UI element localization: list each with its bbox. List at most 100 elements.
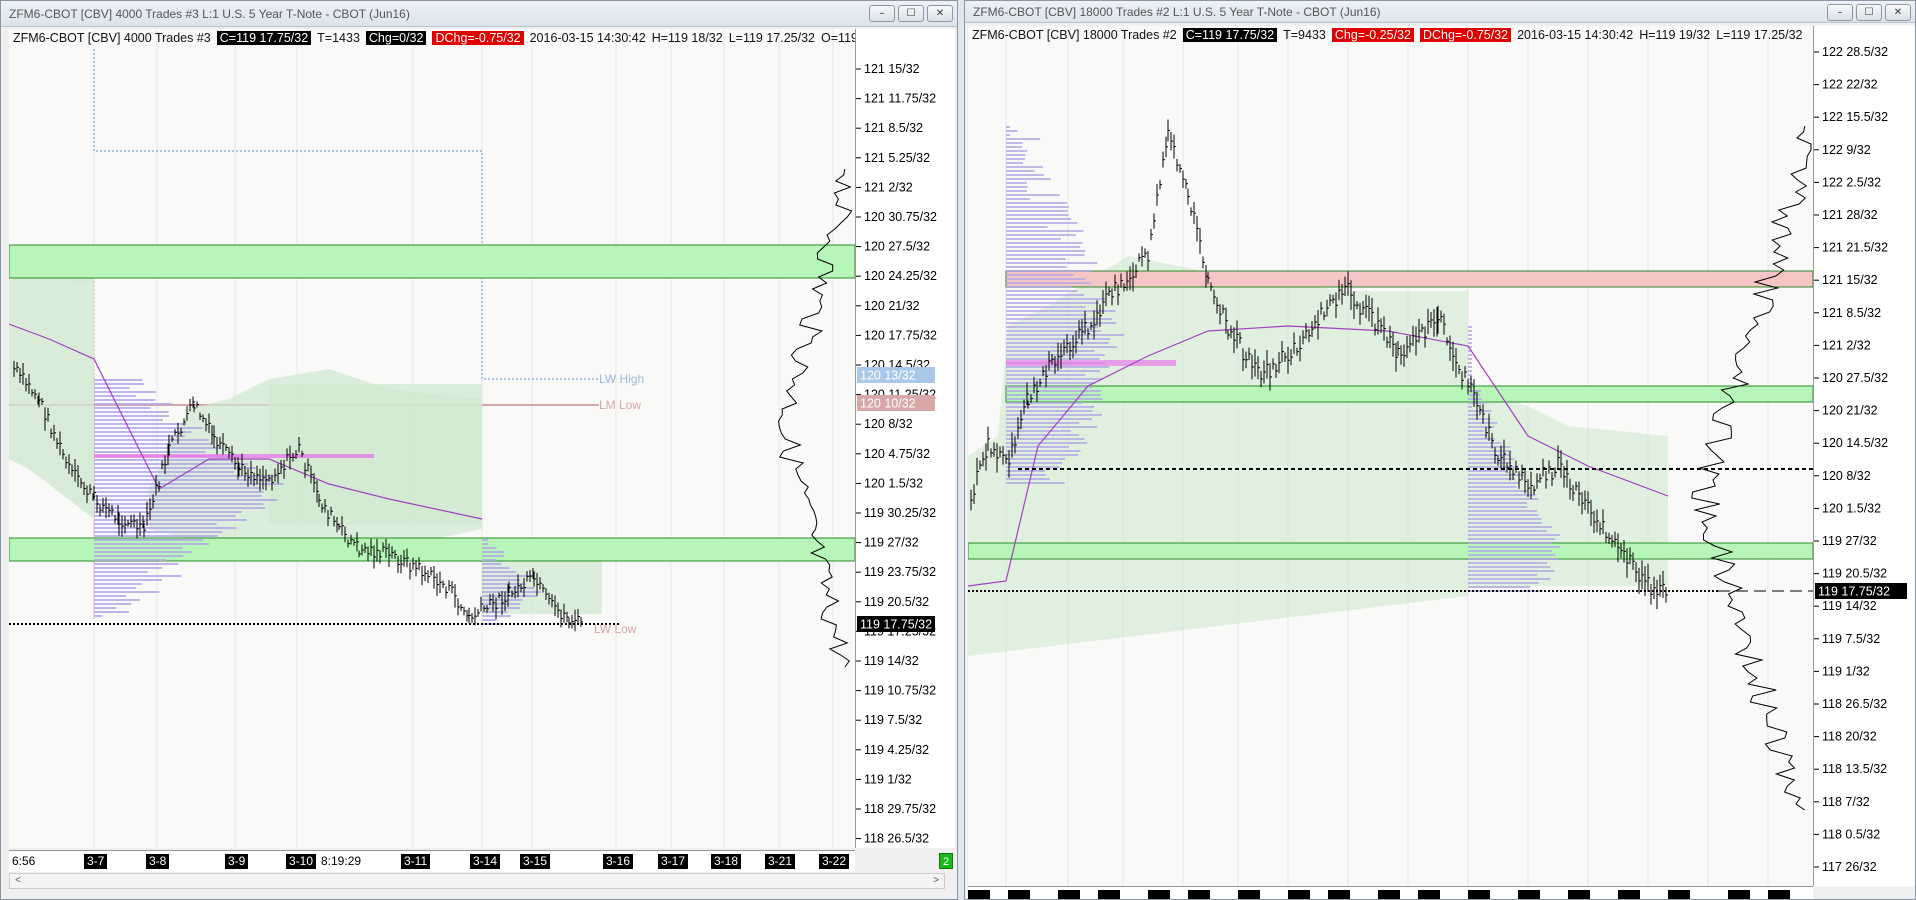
volume-profile-row — [482, 571, 517, 573]
trades-count: T=1433 — [317, 31, 360, 45]
status-badge[interactable]: 2 — [939, 853, 953, 869]
volume-profile-row — [1468, 586, 1531, 588]
datetime-text: 2016-03-15 14:30:42 — [1517, 28, 1634, 42]
price-tick-label: 121 2/32 — [864, 180, 913, 194]
volume-profile-row — [94, 439, 209, 441]
right-titlebar[interactable]: ZFM6-CBOT [CBV] 18000 Trades #2 L:1 U.S.… — [965, 1, 1915, 23]
volume-profile-row — [1006, 170, 1035, 172]
price-tick-label: 118 7/32 — [1822, 795, 1870, 809]
price-tick-label: 120 1.5/32 — [1822, 501, 1881, 515]
price-tick-label: 118 13.5/32 — [1822, 762, 1887, 776]
right-chart-window[interactable]: ZFM6-CBOT [CBV] 18000 Trades #2 L:1 U.S.… — [964, 0, 1916, 900]
volume-profile-row — [94, 507, 266, 509]
volume-profile-row — [1006, 478, 1050, 480]
left-chart-plot[interactable]: LW High LM Low LW Low ZFM6-CBOT [CBV] 40… — [9, 29, 858, 848]
volume-profile-row — [94, 435, 185, 437]
volume-profile-row — [94, 383, 144, 385]
time-label: 6:56 — [12, 854, 36, 868]
volume-profile-row — [1006, 282, 1092, 284]
volume-profile-row — [1468, 442, 1502, 444]
close-button[interactable]: ✕ — [1885, 4, 1911, 21]
volume-profile-row — [1468, 486, 1517, 488]
time-label — [1568, 890, 1590, 899]
volume-profile-row — [1006, 278, 1086, 280]
close-value: C=119 17.75/32 — [216, 31, 312, 45]
price-tick-label: 121 11.75/32 — [864, 92, 936, 106]
volume-profile-row — [1468, 366, 1472, 368]
left-price-axis[interactable]: 121 15/32 121 11.75/32 121 8.5/32 121 5.25/… — [855, 29, 955, 848]
volume-profile-row — [94, 407, 151, 409]
volume-profile-row — [94, 591, 160, 593]
volume-profile-row — [94, 483, 284, 485]
volume-profile-row — [1468, 482, 1519, 484]
volume-profile-row — [1006, 454, 1079, 456]
maximize-button[interactable]: ☐ — [898, 5, 924, 22]
left-chart-canvas: LW High LM Low LW Low — [9, 29, 855, 848]
volume-profile-row — [94, 503, 264, 505]
volume-profile-row — [1006, 138, 1041, 140]
volume-profile-row — [482, 583, 526, 585]
volume-profile-row — [94, 587, 137, 589]
volume-profile-row — [94, 571, 148, 573]
time-label: 3-11 — [401, 854, 431, 869]
volume-profile-row — [1006, 398, 1103, 400]
volume-profile-row — [1006, 294, 1084, 296]
volume-profile-row — [1006, 318, 1113, 320]
volume-profile-row — [1468, 458, 1515, 460]
volume-profile-row — [1006, 210, 1068, 212]
volume-profile-row — [1006, 422, 1080, 424]
volume-profile-row — [1006, 134, 1010, 136]
volume-profile-row — [1006, 126, 1010, 128]
volume-profile-row — [482, 603, 521, 605]
volume-profile-row — [94, 615, 102, 617]
volume-profile-row — [1006, 198, 1030, 200]
volume-profile-row — [1006, 370, 1101, 372]
volume-profile-row — [94, 527, 237, 529]
time-label — [1008, 890, 1030, 899]
volume-profile-row — [482, 579, 521, 581]
volume-profile-row — [94, 551, 192, 553]
daily-change-value: DChg=-0.75/32 — [1419, 28, 1512, 42]
horizontal-scrollbar[interactable]: < > — [9, 873, 945, 889]
volume-profile-row — [1006, 226, 1048, 228]
scroll-left-arrow-icon[interactable]: < — [10, 874, 26, 888]
price-tick-label: 120 4.75/32 — [864, 447, 930, 461]
price-tick-label: 119 4.25/32 — [864, 743, 929, 757]
close-value: C=119 17.75/32 — [1182, 28, 1278, 42]
volume-profile-row — [1468, 398, 1482, 400]
volume-profile-row — [1006, 266, 1067, 268]
price-tick-label: 118 26.5/32 — [864, 832, 929, 846]
right-price-axis[interactable]: 122 28.5/32 122 22/32 122 15.5/32 122 9/32 1… — [1813, 26, 1915, 886]
lm-low-label: LM Low — [599, 398, 641, 412]
scroll-right-arrow-icon[interactable]: > — [928, 874, 944, 888]
right-chart-plot[interactable]: ZFM6-CBOT [CBV] 18000 Trades #2 C=119 17… — [968, 26, 1813, 886]
volume-profile-row — [1468, 330, 1472, 332]
left-chart-window[interactable]: ZFM6-CBOT [CBV] 4000 Trades #3 L:1 U.S. … — [0, 0, 958, 900]
lw-high-label: LW High — [599, 372, 644, 386]
volume-profile-row — [1468, 326, 1472, 328]
volume-profile-row — [1006, 402, 1083, 404]
time-label — [968, 890, 990, 899]
price-tick-label: 119 20.5/32 — [1822, 567, 1887, 581]
maximize-button[interactable]: ☐ — [1856, 4, 1882, 21]
minimize-button[interactable]: – — [869, 5, 895, 22]
volume-profile-row — [1006, 146, 1023, 148]
datetime-text: 2016-03-15 14:30:42 — [529, 31, 646, 45]
price-tick-label: 121 28/32 — [1822, 208, 1878, 222]
left-titlebar[interactable]: ZFM6-CBOT [CBV] 4000 Trades #3 L:1 U.S. … — [1, 1, 957, 27]
volume-profile-row — [1006, 470, 1046, 472]
volume-profile-row — [1468, 390, 1482, 392]
time-label — [1378, 890, 1400, 899]
volume-profile-row — [94, 531, 223, 533]
minimize-button[interactable]: – — [1827, 4, 1853, 21]
volume-profile-row — [1468, 374, 1472, 376]
right-time-axis[interactable] — [968, 886, 1813, 899]
left-time-axis[interactable]: 6:56 3-7 3-8 3-9 3-10 8:19:29 3-11 3-14 3-15 3-16… — [9, 850, 855, 872]
price-tick-label: 119 27/32 — [864, 536, 919, 550]
volume-profile-row — [1468, 430, 1485, 432]
volume-profile-row — [1468, 498, 1539, 500]
volume-profile-row — [1468, 562, 1548, 564]
close-button[interactable]: ✕ — [927, 5, 953, 22]
time-label: 3-18 — [711, 854, 742, 869]
volume-profile-row — [1006, 130, 1018, 132]
